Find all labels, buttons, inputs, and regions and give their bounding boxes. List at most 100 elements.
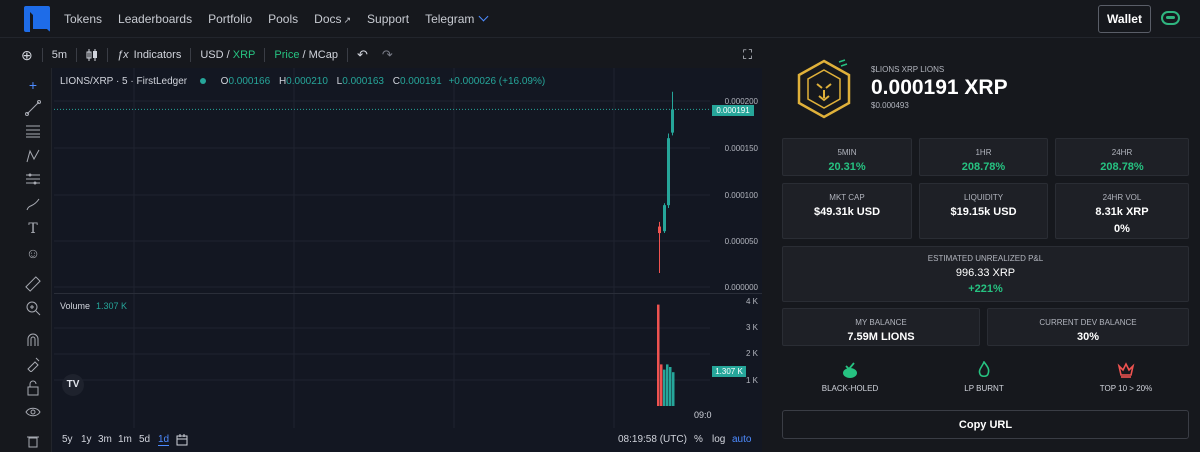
brush-icon[interactable] — [24, 196, 42, 214]
fib-icon[interactable] — [24, 124, 42, 142]
pane-divider[interactable] — [54, 293, 762, 294]
stat-value: $19.15k USD — [950, 206, 1017, 218]
stat-dev-balance: CURRENT DEV BALANCE 30% — [987, 308, 1189, 346]
toolbar-divider — [107, 48, 109, 62]
trend-line-icon[interactable] — [24, 100, 42, 118]
volume-bar — [660, 364, 663, 406]
top-nav: Tokens Leaderboards Portfolio Pools Docs… — [0, 0, 1200, 38]
app-logo[interactable] — [24, 6, 50, 32]
stat-value: 8.31k XRP — [1095, 206, 1149, 218]
eye-icon[interactable] — [24, 404, 42, 422]
currency-xrp: XRP — [232, 49, 256, 61]
stat-label: 24HR — [1111, 148, 1133, 157]
candle-body — [667, 138, 670, 206]
candle-body — [658, 226, 661, 234]
lock-draw-icon[interactable] — [24, 356, 42, 374]
stat-value: 208.78% — [961, 161, 1006, 173]
range-1y[interactable]: 1y — [81, 434, 92, 445]
emoji-icon[interactable]: ☺ — [24, 244, 42, 262]
badge-label: BLACK-HOLED — [821, 384, 879, 393]
scale-log[interactable]: log — [712, 434, 725, 445]
volume-value: 1.307 K — [96, 301, 128, 311]
volume-bar — [666, 364, 669, 406]
interval-button[interactable]: 5m — [45, 49, 74, 61]
redo-icon[interactable]: ↷ — [375, 47, 400, 63]
magnet-icon[interactable] — [24, 332, 42, 350]
lock-icon[interactable] — [24, 380, 42, 398]
indicators-icon: ƒx — [117, 49, 129, 61]
toolbar-divider — [264, 48, 266, 62]
stat-label: LIQUIDITY — [963, 193, 1004, 202]
clock-utc[interactable]: 08:19:58 (UTC) — [618, 434, 687, 445]
nav-leaderboards[interactable]: Leaderboards — [118, 12, 192, 26]
text-icon[interactable]: T — [24, 220, 42, 238]
stat-value-pct: 0% — [1114, 223, 1130, 235]
crosshair-icon[interactable]: + — [24, 76, 42, 94]
tradingview-logo[interactable]: TV — [62, 374, 84, 396]
nav-portfolio[interactable]: Portfolio — [208, 12, 252, 26]
stat-label: CURRENT DEV BALANCE — [1039, 318, 1137, 327]
wallet-button[interactable]: Wallet — [1098, 5, 1151, 33]
last-price-tag: 0.000191 — [712, 105, 754, 116]
toggle-icon[interactable] — [1161, 11, 1180, 25]
stat-label: 1HR — [975, 148, 992, 157]
stat-my-balance: MY BALANCE 7.59M LIONS — [782, 308, 980, 346]
nav-docs[interactable]: Docs ↗ — [314, 12, 351, 26]
nav-pools[interactable]: Pools — [268, 12, 298, 26]
time-axis-label: 09:0 — [694, 410, 712, 420]
zoom-icon[interactable] — [24, 300, 42, 318]
add-symbol-icon[interactable]: ⊕ — [14, 47, 40, 64]
mode-price: Price — [274, 49, 300, 61]
price-tick: 0.000000 — [724, 283, 758, 292]
candle-type-icon[interactable] — [79, 48, 105, 62]
market-open-dot — [199, 78, 206, 85]
date-range-icon[interactable] — [176, 434, 188, 449]
range-1m[interactable]: 1m — [118, 434, 132, 445]
indicators-button[interactable]: ƒx Indicators — [110, 49, 188, 61]
ohlc-high: 0.000210 — [286, 76, 328, 87]
ohlc-change: +0.000026 (+16.09%) — [448, 76, 546, 87]
stat-24hr: 24HR 208.78% — [1055, 138, 1189, 176]
range-5y[interactable]: 5y — [62, 434, 73, 445]
volume-tick: 4 K — [745, 297, 758, 306]
price-mode-toggle[interactable]: Price / MCap — [267, 49, 345, 61]
stat-unrealized-pnl: ESTIMATED UNREALIZED P&L 996.33 XRP +221… — [782, 246, 1189, 302]
scale-percent[interactable]: % — [694, 434, 703, 445]
trash-icon[interactable] — [24, 434, 42, 452]
ruler-icon[interactable] — [24, 276, 42, 294]
price-chart[interactable]: LIONS/XRP · 5 · FirstLedger O0.000166 H0… — [54, 68, 762, 452]
badge-lp-burnt: LP BURNT — [939, 361, 1029, 393]
external-link-icon: ↗ — [343, 15, 352, 25]
mode-mcap: MCap — [308, 49, 338, 61]
fullscreen-icon[interactable]: ⛶ — [736, 47, 759, 63]
indicators-label: Indicators — [133, 49, 182, 61]
scale-auto[interactable]: auto — [732, 434, 751, 445]
chart-toolbar: ⊕ 5m ƒx Indicators USD / XRP Price / MCap… — [14, 43, 762, 67]
copy-url-button[interactable]: Copy URL — [782, 410, 1189, 439]
nav-telegram-label: Telegram — [425, 12, 475, 26]
pattern-icon[interactable] — [24, 148, 42, 166]
range-5d[interactable]: 5d — [139, 434, 150, 445]
volume-tick: 2 K — [745, 349, 758, 358]
nav-support[interactable]: Support — [367, 12, 409, 26]
undo-icon[interactable]: ↶ — [350, 47, 375, 63]
currency-usd: USD — [200, 49, 224, 61]
nav-links: Tokens Leaderboards Portfolio Pools Docs… — [64, 11, 503, 26]
volume-bar — [672, 372, 675, 406]
prediction-icon[interactable] — [24, 172, 42, 190]
ohlc-open: 0.000166 — [228, 76, 271, 87]
currency-toggle[interactable]: USD / XRP — [193, 49, 262, 61]
toolbar-divider — [346, 48, 348, 62]
token-ticker: $LIONS XRP LIONS — [871, 65, 945, 74]
range-3m[interactable]: 3m — [98, 434, 112, 445]
price-tick: 0.000100 — [724, 191, 758, 200]
range-1d[interactable]: 1d — [158, 434, 170, 446]
token-price-usd: $0.000493 — [871, 101, 909, 110]
nav-telegram[interactable]: Telegram — [425, 11, 489, 26]
stat-1hr: 1HR 208.78% — [919, 138, 1048, 176]
chevron-down-icon — [478, 11, 489, 22]
nav-tokens[interactable]: Tokens — [64, 12, 102, 26]
toolbar-divider — [76, 48, 78, 62]
symbol-line: LIONS/XRP · 5 · FirstLedger — [60, 76, 188, 87]
stat-value: 208.78% — [1100, 161, 1144, 173]
